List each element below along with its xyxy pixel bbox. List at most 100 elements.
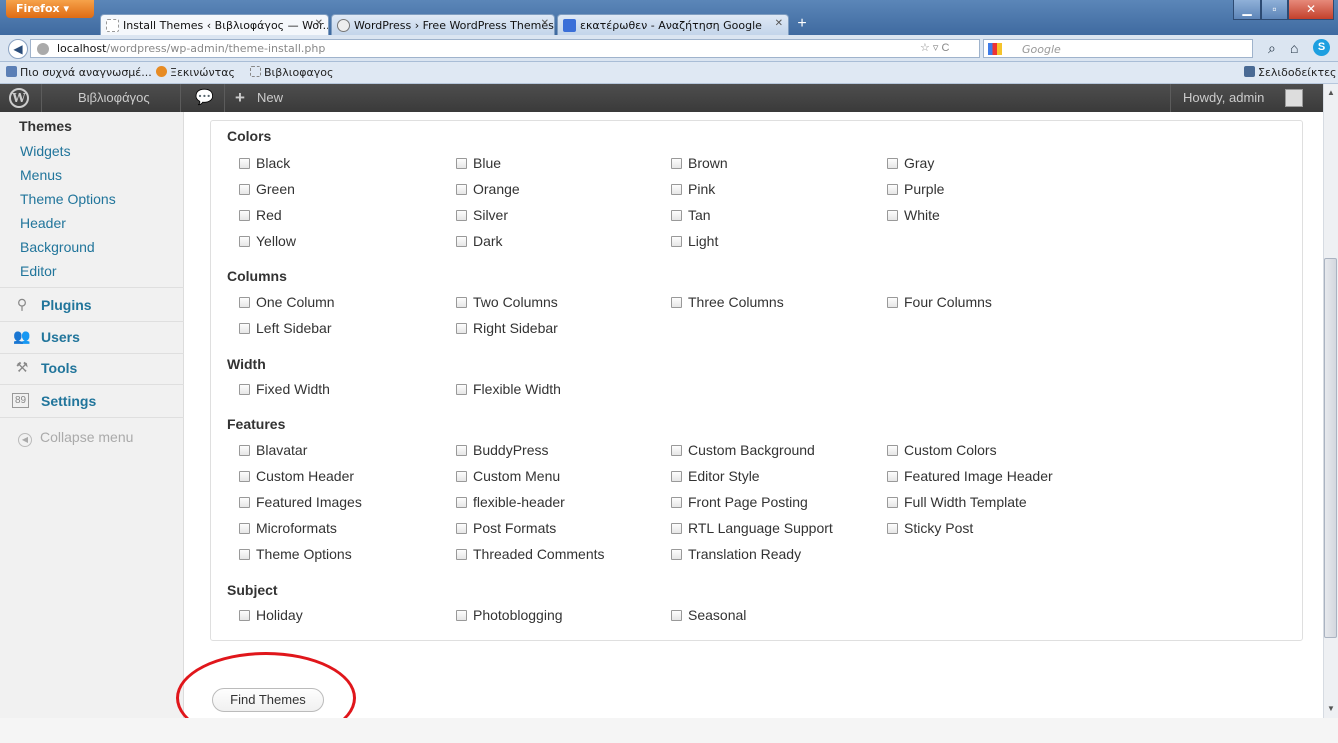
checkbox-custom-background[interactable]: Custom Background — [671, 442, 815, 458]
new-content-link[interactable]: New — [257, 84, 283, 112]
checkbox[interactable] — [456, 323, 467, 334]
bookmarks-menu[interactable]: Σελιδοδείκτες — [1244, 66, 1337, 79]
checkbox[interactable] — [887, 445, 898, 456]
close-icon[interactable]: ✕ — [315, 18, 323, 29]
checkbox[interactable] — [239, 384, 250, 395]
checkbox-dark[interactable]: Dark — [456, 233, 503, 249]
new-tab-button[interactable]: + — [792, 16, 812, 34]
scrollbar-thumb[interactable] — [1324, 258, 1337, 638]
checkbox[interactable] — [887, 158, 898, 169]
checkbox[interactable] — [239, 610, 250, 621]
checkbox-three-columns[interactable]: Three Columns — [671, 294, 784, 310]
checkbox[interactable] — [456, 384, 467, 395]
checkbox[interactable] — [239, 297, 250, 308]
avatar[interactable] — [1285, 89, 1303, 107]
checkbox-front-page-posting[interactable]: Front Page Posting — [671, 494, 808, 510]
checkbox-blavatar[interactable]: Blavatar — [239, 442, 307, 458]
checkbox[interactable] — [456, 236, 467, 247]
back-arrow-icon[interactable]: ◀ — [8, 39, 28, 59]
checkbox-gray[interactable]: Gray — [887, 155, 934, 171]
checkbox-right-sidebar[interactable]: Right Sidebar — [456, 320, 558, 336]
checkbox-editor-style[interactable]: Editor Style — [671, 468, 760, 484]
checkbox-blue[interactable]: Blue — [456, 155, 501, 171]
search-input[interactable]: Google — [983, 39, 1253, 58]
checkbox[interactable] — [671, 445, 682, 456]
checkbox[interactable] — [456, 158, 467, 169]
bookmark-bibliofagos[interactable]: Βιβλιοφαγος — [250, 66, 333, 79]
checkbox[interactable] — [239, 471, 250, 482]
sidebar-item-settings[interactable]: 89 Settings — [0, 385, 184, 417]
checkbox[interactable] — [887, 210, 898, 221]
tab-google-search[interactable]: εκατέρωθεν - Αναζήτηση Google ✕ — [557, 14, 789, 35]
checkbox-tan[interactable]: Tan — [671, 207, 711, 223]
checkbox-red[interactable]: Red — [239, 207, 282, 223]
checkbox-two-columns[interactable]: Two Columns — [456, 294, 558, 310]
checkbox[interactable] — [671, 497, 682, 508]
checkbox[interactable] — [239, 323, 250, 334]
close-icon[interactable]: ✕ — [541, 18, 549, 29]
checkbox-featured-images[interactable]: Featured Images — [239, 494, 362, 510]
checkbox-post-formats[interactable]: Post Formats — [456, 520, 556, 536]
checkbox-theme-options[interactable]: Theme Options — [239, 546, 352, 562]
checkbox-left-sidebar[interactable]: Left Sidebar — [239, 320, 332, 336]
checkbox[interactable] — [239, 497, 250, 508]
checkbox[interactable] — [456, 210, 467, 221]
checkbox-threaded-comments[interactable]: Threaded Comments — [456, 546, 605, 562]
checkbox-purple[interactable]: Purple — [887, 181, 944, 197]
checkbox[interactable] — [671, 184, 682, 195]
checkbox-flexible-header[interactable]: flexible-header — [456, 494, 565, 510]
checkbox[interactable] — [456, 523, 467, 534]
checkbox[interactable] — [887, 523, 898, 534]
checkbox-full-width-template[interactable]: Full Width Template — [887, 494, 1027, 510]
skype-icon[interactable]: S — [1313, 39, 1330, 56]
checkbox[interactable] — [887, 184, 898, 195]
plus-icon[interactable]: + — [235, 84, 245, 112]
checkbox-black[interactable]: Black — [239, 155, 290, 171]
checkbox-holiday[interactable]: Holiday — [239, 607, 303, 623]
sidebar-item-widgets[interactable]: Widgets — [20, 143, 71, 159]
checkbox[interactable] — [456, 497, 467, 508]
checkbox[interactable] — [887, 297, 898, 308]
url-bar[interactable]: localhost/wordpress/wp-admin/theme-insta… — [30, 39, 980, 58]
sidebar-item-header[interactable]: Header — [20, 215, 66, 231]
checkbox[interactable] — [671, 523, 682, 534]
checkbox-yellow[interactable]: Yellow — [239, 233, 296, 249]
checkbox-microformats[interactable]: Microformats — [239, 520, 337, 536]
checkbox[interactable] — [239, 236, 250, 247]
minimize-button[interactable]: ▁ — [1233, 0, 1261, 20]
checkbox[interactable] — [887, 471, 898, 482]
checkbox[interactable] — [671, 236, 682, 247]
scroll-down-icon[interactable]: ▼ — [1327, 704, 1335, 713]
checkbox[interactable] — [671, 297, 682, 308]
checkbox[interactable] — [671, 210, 682, 221]
checkbox[interactable] — [887, 497, 898, 508]
checkbox-green[interactable]: Green — [239, 181, 295, 197]
sidebar-item-themes[interactable]: Themes — [19, 118, 72, 134]
sidebar-item-users[interactable]: 👥 Users — [0, 321, 184, 353]
checkbox-seasonal[interactable]: Seasonal — [671, 607, 746, 623]
checkbox-orange[interactable]: Orange — [456, 181, 520, 197]
checkbox[interactable] — [456, 184, 467, 195]
checkbox[interactable] — [671, 549, 682, 560]
sidebar-item-tools[interactable]: ⚒ Tools — [0, 352, 184, 384]
checkbox-fixed-width[interactable]: Fixed Width — [239, 381, 330, 397]
checkbox[interactable] — [239, 523, 250, 534]
sidebar-item-plugins[interactable]: ⚲ Plugins — [0, 289, 184, 321]
wordpress-logo-icon[interactable]: W — [9, 88, 29, 108]
star-reload-icons[interactable]: ☆ ▿ C — [920, 41, 949, 54]
checkbox-silver[interactable]: Silver — [456, 207, 508, 223]
sidebar-item-editor[interactable]: Editor — [20, 263, 57, 279]
checkbox[interactable] — [239, 210, 250, 221]
scroll-up-icon[interactable]: ▲ — [1327, 88, 1335, 97]
sidebar-item-background[interactable]: Background — [20, 239, 95, 255]
checkbox-custom-header[interactable]: Custom Header — [239, 468, 354, 484]
close-window-button[interactable]: ✕ — [1288, 0, 1334, 20]
checkbox-featured-image-header[interactable]: Featured Image Header — [887, 468, 1053, 484]
checkbox[interactable] — [239, 549, 250, 560]
checkbox-flexible-width[interactable]: Flexible Width — [456, 381, 561, 397]
close-icon[interactable]: ✕ — [775, 18, 783, 29]
bookmark-most-visited[interactable]: Πιο συχνά αναγνωσμέ... — [6, 66, 152, 79]
search-icon[interactable]: ⌕ — [1268, 40, 1276, 57]
checkbox-buddypress[interactable]: BuddyPress — [456, 442, 548, 458]
site-name-link[interactable]: Βιβλιοφάγος — [78, 84, 150, 112]
